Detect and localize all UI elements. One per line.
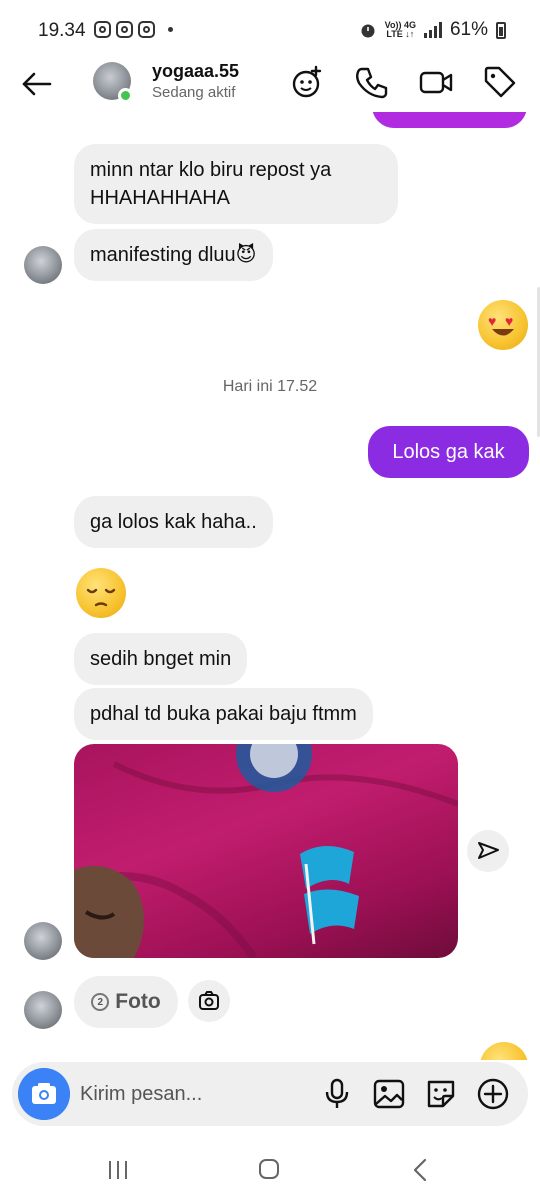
- contact-status: Sedang aktif: [152, 84, 236, 101]
- network-type: Vo)) 4G LTE ↓↑: [385, 21, 416, 39]
- sender-avatar[interactable]: [24, 922, 62, 960]
- sender-avatar[interactable]: [24, 246, 62, 284]
- view-once-photo-pill[interactable]: 2 Foto: [74, 976, 178, 1028]
- message-text: ga lolos kak haha..: [90, 511, 257, 533]
- back-nav-icon[interactable]: [401, 1154, 441, 1186]
- view-count-icon: 2: [91, 993, 110, 1011]
- received-message[interactable]: ga lolos kak haha..: [74, 496, 273, 548]
- system-indicators: Vo)) 4G LTE ↓↑ 61%: [359, 19, 506, 41]
- received-message[interactable]: minn ntar klo biru repost ya HHAHAHHAHA: [74, 144, 398, 224]
- message-input[interactable]: [80, 1076, 315, 1112]
- camera-icon[interactable]: [18, 1068, 70, 1120]
- network-type-bottom: LTE ↓↑: [386, 29, 415, 39]
- smiling-emoji-icon[interactable]: [480, 1042, 528, 1060]
- contact-username[interactable]: yogaaa.55: [152, 61, 239, 82]
- sent-message-bubble-partial[interactable]: [372, 112, 527, 128]
- instagram-notification-icon: [138, 21, 155, 38]
- chat-header: yogaaa.55 Sedang aktif: [0, 56, 540, 112]
- back-arrow-icon[interactable]: [18, 64, 58, 104]
- alarm-icon: [361, 24, 375, 38]
- microphone-icon[interactable]: [319, 1076, 355, 1112]
- status-bar: 19.34 Vo)) 4G LTE ↓↑ 61%: [0, 0, 540, 56]
- message-text: Lolos ga kak: [392, 441, 505, 463]
- sticker-icon[interactable]: [423, 1076, 459, 1112]
- date-separator: Hari ini 17.52: [222, 378, 318, 395]
- tag-icon[interactable]: [482, 64, 518, 100]
- photo-content: [74, 744, 458, 958]
- message-text: pdhal td buka pakai baju ftmm: [90, 703, 357, 725]
- message-text: manifesting dluu😈: [90, 244, 257, 266]
- message-text: sedih bnget min: [90, 648, 232, 670]
- add-icon[interactable]: [475, 1076, 511, 1112]
- online-indicator: [118, 88, 133, 103]
- received-message[interactable]: sedih bnget min: [74, 633, 248, 685]
- status-time: 19.34: [38, 20, 86, 41]
- sent-message[interactable]: Lolos ga kak: [368, 426, 529, 478]
- effects-icon[interactable]: [290, 64, 326, 100]
- message-text: minn ntar klo biru repost ya HHAHAHHAHA: [90, 159, 332, 209]
- instagram-notification-icon: [94, 21, 111, 38]
- signal-icon: [423, 22, 442, 38]
- instagram-notification-icon: [116, 21, 133, 38]
- heart-eyes-emoji-icon[interactable]: ♥ ♥: [478, 300, 528, 350]
- video-icon[interactable]: [418, 64, 454, 100]
- received-message[interactable]: pdhal td buka pakai baju ftmm: [74, 688, 373, 740]
- camera-reply-icon[interactable]: [188, 980, 230, 1022]
- message-composer: [12, 1062, 528, 1126]
- sender-avatar[interactable]: [24, 991, 62, 1029]
- more-notifications-dot: [168, 27, 173, 32]
- received-message[interactable]: manifesting dluu😈: [74, 229, 273, 281]
- system-navigation-bar: [0, 1130, 540, 1200]
- gallery-icon[interactable]: [371, 1076, 407, 1112]
- share-icon[interactable]: [467, 830, 509, 872]
- home-icon[interactable]: [249, 1154, 289, 1186]
- foto-label: Foto: [115, 990, 161, 1013]
- message-list[interactable]: minn ntar klo biru repost ya HHAHAHHAHA …: [0, 112, 540, 1060]
- photo-message[interactable]: [74, 744, 458, 958]
- battery-percent: 61%: [449, 19, 488, 40]
- recent-apps-icon[interactable]: [98, 1154, 138, 1186]
- phone-icon[interactable]: [354, 64, 390, 100]
- battery-icon: [496, 21, 506, 39]
- pensive-emoji-icon[interactable]: [76, 568, 126, 618]
- notification-icons: [94, 21, 173, 38]
